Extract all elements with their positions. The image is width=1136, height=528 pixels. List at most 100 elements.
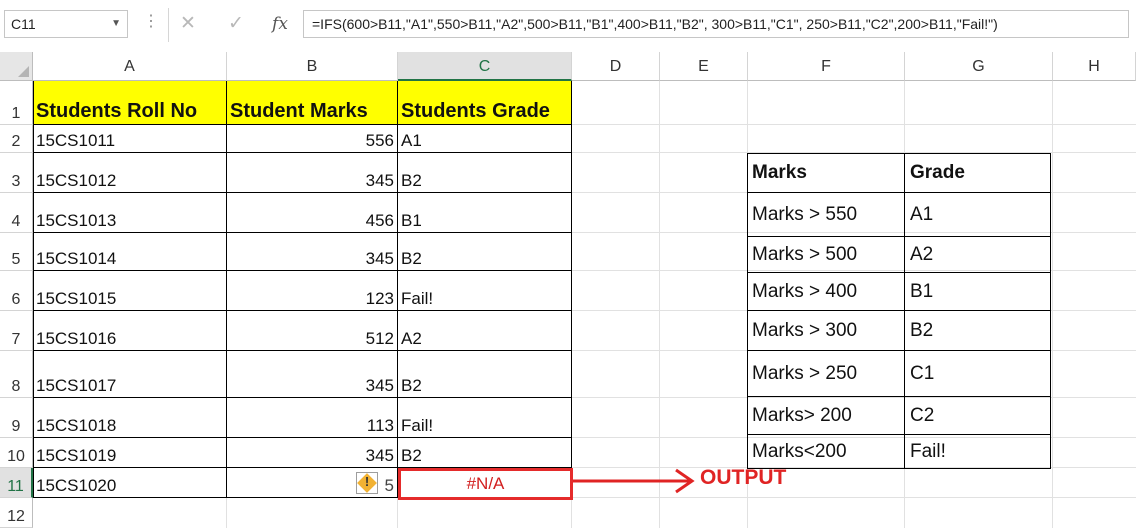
table-header-1[interactable]: Students Roll No — [33, 81, 227, 125]
table-cell[interactable]: 512 — [227, 311, 398, 351]
column-header-e[interactable]: E — [660, 52, 748, 81]
table-cell[interactable]: 15CS1014 — [33, 233, 227, 271]
name-box[interactable]: C11 ▼ — [4, 10, 128, 38]
row-header-3[interactable]: 3 — [0, 153, 33, 193]
row-header-12[interactable]: 12 — [0, 498, 33, 528]
table-cell[interactable]: B1 — [398, 193, 572, 233]
table-cell[interactable]: 345 — [227, 351, 398, 398]
warning-diamond-icon[interactable] — [356, 472, 378, 494]
table-cell[interactable]: 15CS1019 — [33, 438, 227, 468]
table-cell[interactable]: 15CS1012 — [33, 153, 227, 193]
table-cell[interactable]: 15CS1011 — [33, 125, 227, 153]
ref-table-cell[interactable]: Marks > 250 — [747, 351, 905, 397]
row-header-2[interactable]: 2 — [0, 125, 33, 153]
ref-table-cell[interactable]: B2 — [905, 311, 1051, 351]
chevron-down-icon[interactable]: ▼ — [111, 11, 121, 37]
row-header-label: 5 — [11, 251, 21, 268]
table-cell[interactable]: B2 — [398, 438, 572, 468]
formula-bar-divider — [168, 8, 169, 42]
table-cell-value: B2 — [401, 446, 422, 465]
table-cell[interactable]: 15CS1017 — [33, 351, 227, 398]
ref-table-cell[interactable]: Marks > 500 — [747, 237, 905, 273]
table-cell[interactable]: Fail! — [398, 271, 572, 311]
table-cell[interactable]: A1 — [398, 125, 572, 153]
table-cell[interactable]: B2 — [398, 233, 572, 271]
table-cell-value: B1 — [401, 211, 422, 230]
column-header-b[interactable]: B — [227, 52, 398, 81]
spreadsheet-grid[interactable]: ABCDEFGH 1 2 3 4 5 6 7 8 9 10 11 12 Students Roll N… — [0, 52, 1136, 528]
row-header-10[interactable]: 10 — [0, 438, 33, 468]
table-cell[interactable]: 15CS1016 — [33, 311, 227, 351]
column-header-a[interactable]: A — [33, 52, 227, 81]
table-cell-value: B2 — [401, 249, 422, 268]
ref-table-cell[interactable]: Marks > 400 — [747, 273, 905, 311]
enter-icon[interactable]: ✓ — [222, 10, 250, 38]
table-cell[interactable]: 345 — [227, 153, 398, 193]
table-cell[interactable]: 345 — [227, 233, 398, 271]
ref-table-cell[interactable]: A1 — [905, 193, 1051, 237]
active-cell-c11[interactable]: #N/A — [398, 468, 573, 500]
ref-table-cell[interactable]: C2 — [905, 397, 1051, 435]
ref-table-cell[interactable]: B1 — [905, 273, 1051, 311]
table-cell-value: B2 — [401, 376, 422, 395]
table-header-label: Students Roll No — [36, 100, 198, 122]
table-header-2[interactable]: Student Marks — [227, 81, 398, 125]
ref-table-cell[interactable]: Fail! — [905, 435, 1051, 469]
row-header-label: 7 — [11, 331, 21, 348]
ref-table-cell[interactable]: Marks > 550 — [747, 193, 905, 237]
column-header-c[interactable]: C — [398, 52, 572, 81]
table-cell[interactable]: 15CS1020 — [33, 468, 227, 498]
table-header-label: Student Marks — [230, 100, 368, 122]
table-cell[interactable]: 123 — [227, 271, 398, 311]
row-header-1[interactable]: 1 — [0, 81, 33, 125]
table-cell[interactable]: A2 — [398, 311, 572, 351]
ref-table-cell[interactable]: Marks> 200 — [747, 397, 905, 435]
table-cell[interactable]: 15CS1013 — [33, 193, 227, 233]
table-cell-value: A1 — [401, 131, 422, 150]
cancel-icon[interactable]: ✕ — [174, 10, 202, 38]
table-cell-value: 512 — [365, 329, 394, 348]
right-arrow-icon — [573, 468, 695, 494]
column-header-f[interactable]: F — [748, 52, 905, 81]
table-cell-value: Fail! — [401, 416, 434, 435]
table-cell-value: 15CS1011 — [36, 131, 116, 150]
formula-input[interactable]: =IFS(600>B11,"A1",550>B11,"A2",500>B11,"… — [303, 10, 1129, 38]
ref-table-header[interactable]: Grade — [905, 153, 1051, 193]
table-cell[interactable]: 113 — [227, 398, 398, 438]
table-cell[interactable]: 556 — [227, 125, 398, 153]
table-cell[interactable]: B2 — [398, 153, 572, 193]
row-header-6[interactable]: 6 — [0, 271, 33, 311]
insert-function-icon[interactable]: fx — [266, 10, 294, 38]
column-header-h[interactable]: H — [1053, 52, 1136, 81]
ref-table-cell[interactable]: A2 — [905, 237, 1051, 273]
ref-table-cell-value: Marks > 550 — [752, 203, 858, 225]
table-cell-value: 556 — [365, 131, 394, 150]
table-cell[interactable]: 345 — [227, 438, 398, 468]
ref-table-cell[interactable]: Marks > 300 — [747, 311, 905, 351]
table-cell[interactable]: 15CS1018 — [33, 398, 227, 438]
row-header-9[interactable]: 9 — [0, 398, 33, 438]
row-header-4[interactable]: 4 — [0, 193, 33, 233]
column-header-d[interactable]: D — [572, 52, 660, 81]
table-cell[interactable]: Fail! — [398, 398, 572, 438]
table-cell[interactable]: B2 — [398, 351, 572, 398]
row-header-8[interactable]: 8 — [0, 351, 33, 398]
row-header-5[interactable]: 5 — [0, 233, 33, 271]
table-cell[interactable]: 15CS1015 — [33, 271, 227, 311]
table-header-3[interactable]: Students Grade — [398, 81, 572, 125]
ref-table-cell[interactable]: C1 — [905, 351, 1051, 397]
table-cell-value: B2 — [401, 171, 422, 190]
row-header-label: 11 — [7, 478, 24, 495]
table-cell[interactable]: 456 — [227, 193, 398, 233]
select-all-button[interactable] — [0, 52, 33, 81]
ref-table-cell-value: Marks > 500 — [752, 243, 858, 265]
table-cell-value: 15CS1015 — [36, 289, 117, 308]
table-cell-value: 15CS1019 — [36, 446, 117, 465]
column-header-g[interactable]: G — [905, 52, 1053, 81]
gridline-vertical — [1052, 81, 1053, 528]
ref-table-header[interactable]: Marks — [747, 153, 905, 193]
ref-table-cell[interactable]: Marks<200 — [747, 435, 905, 469]
table-header-label: Students Grade — [401, 100, 550, 122]
row-header-7[interactable]: 7 — [0, 311, 33, 351]
row-header-11[interactable]: 11 — [0, 468, 33, 498]
